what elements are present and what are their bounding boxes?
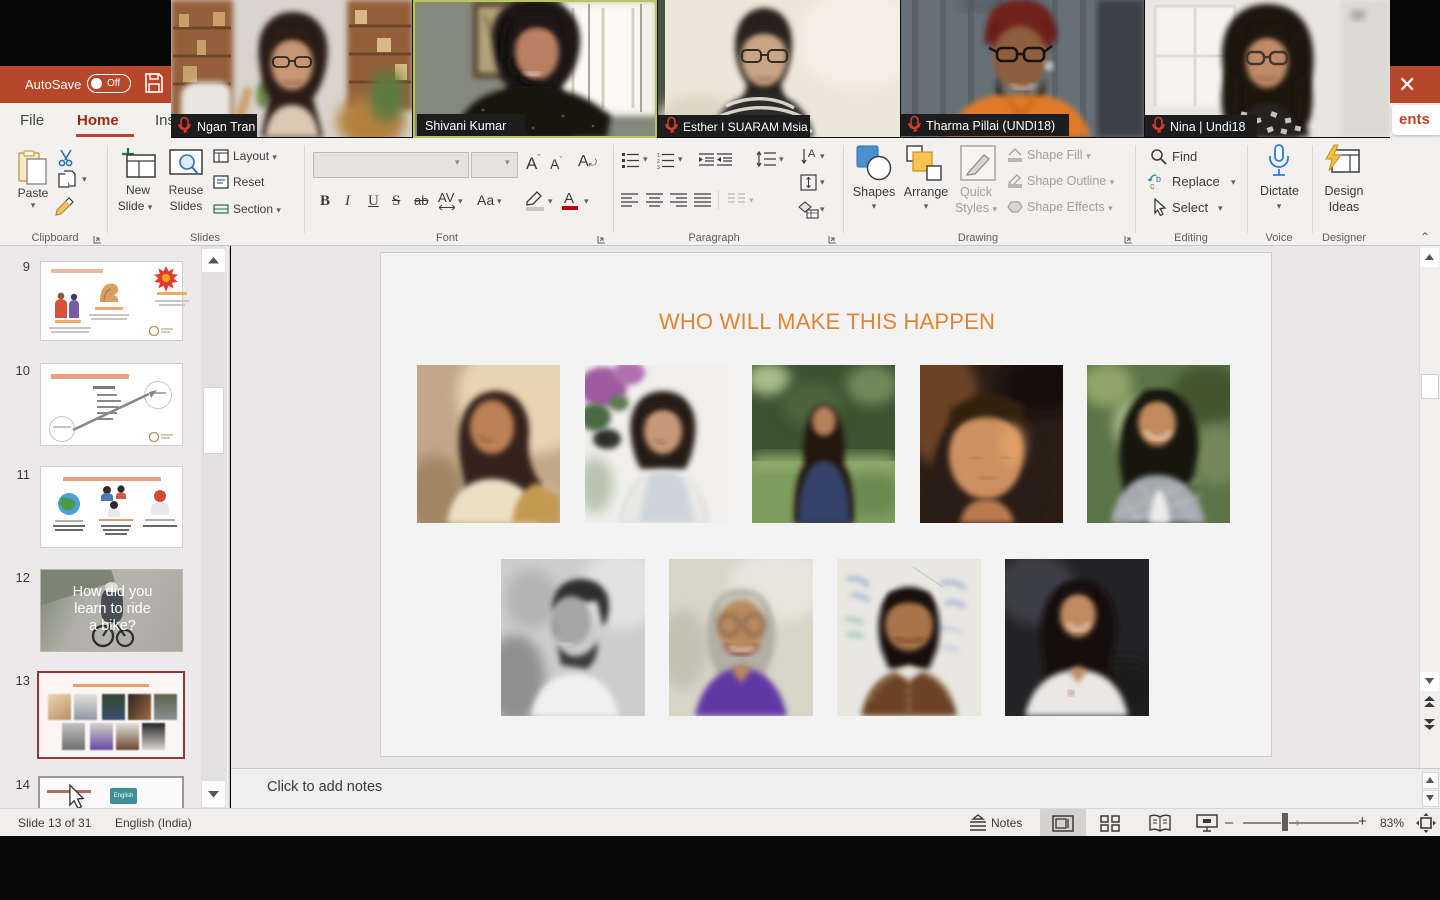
svg-text:c: c bbox=[1150, 181, 1155, 191]
svg-text:Esther I SUARAM Msia: Esther I SUARAM Msia bbox=[683, 120, 808, 134]
svg-text:b: b bbox=[1156, 174, 1161, 184]
svg-text:Shivani Kumar: Shivani Kumar bbox=[425, 119, 506, 133]
svg-text:Ngan Tran: Ngan Tran bbox=[197, 120, 255, 134]
svg-text:Nina | Undi18: Nina | Undi18 bbox=[1170, 120, 1246, 134]
svg-text:A: A bbox=[808, 148, 816, 160]
svg-text:3: 3 bbox=[657, 165, 660, 169]
svg-text:Tharma Pillai (UNDI18): Tharma Pillai (UNDI18) bbox=[926, 119, 1055, 133]
